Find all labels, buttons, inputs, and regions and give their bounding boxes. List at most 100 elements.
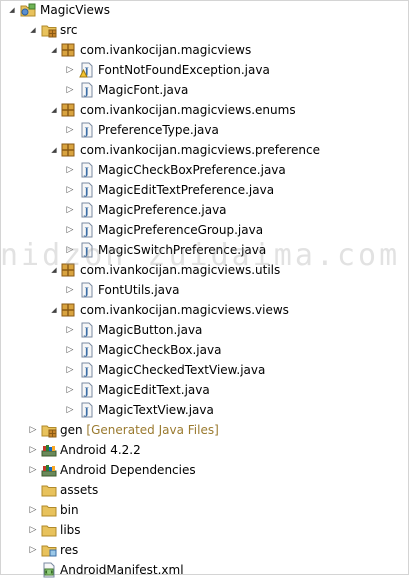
tree-item[interactable]: ▷ J MagicEditText.java [0, 380, 411, 400]
expand-arrow-icon[interactable]: ▷ [64, 344, 76, 356]
collapse-arrow-icon[interactable]: ◢ [48, 44, 60, 56]
collapse-arrow-icon[interactable]: ◢ [48, 144, 60, 156]
collapse-arrow-icon[interactable]: ◢ [48, 104, 60, 116]
tree-item-label: Android Dependencies [60, 463, 196, 477]
java-file-icon: J [79, 242, 95, 258]
collapse-arrow-icon[interactable]: ◢ [48, 304, 60, 316]
tree-item[interactable]: ▷ J MagicCheckBoxPreference.java [0, 160, 411, 180]
expand-arrow-icon[interactable]: ▷ [27, 424, 39, 436]
java-file-icon: J [79, 122, 95, 138]
library-icon [41, 442, 57, 458]
collapse-arrow-icon[interactable]: ◢ [48, 264, 60, 276]
tree-item[interactable]: ▷ J MagicPreferenceGroup.java [0, 220, 411, 240]
tree-item-label: MagicTextView.java [98, 403, 214, 417]
tree-item-label: MagicSwitchPreference.java [98, 243, 267, 257]
expand-arrow-icon[interactable]: ▷ [27, 444, 39, 456]
tree-item[interactable]: ▷ J FontUtils.java [0, 280, 411, 300]
java-file-icon: J [79, 382, 95, 398]
svg-text:J: J [84, 368, 89, 378]
tree-item[interactable]: AndroidManifest.xml [0, 560, 411, 580]
java-file-icon: J [79, 402, 95, 418]
expand-arrow-icon[interactable]: ▷ [64, 284, 76, 296]
tree-item-label: AndroidManifest.xml [60, 563, 184, 577]
tree-item[interactable]: ▷ J PreferenceType.java [0, 120, 411, 140]
expand-arrow-icon[interactable]: ▷ [64, 124, 76, 136]
expand-arrow-icon[interactable]: ▷ [64, 164, 76, 176]
tree-item-decoration: [Generated Java Files] [82, 423, 219, 437]
expand-arrow-icon[interactable]: ▷ [64, 224, 76, 236]
xml-file-icon [41, 562, 57, 578]
expand-arrow-icon[interactable]: ▷ [64, 84, 76, 96]
svg-text:J: J [84, 208, 89, 218]
expand-arrow-icon[interactable]: ▷ [27, 544, 39, 556]
tree-item[interactable]: ▷ J MagicPreference.java [0, 200, 411, 220]
tree-item-label: com.ivankocijan.magicviews [80, 43, 252, 57]
tree-item[interactable]: ◢ com.ivankocijan.magicviews.views [0, 300, 411, 320]
tree-item[interactable]: ▷ bin [0, 500, 411, 520]
tree-item-label: MagicPreferenceGroup.java [98, 223, 264, 237]
java-file-icon: J [79, 182, 95, 198]
svg-text:J: J [84, 228, 89, 238]
expand-arrow-icon[interactable]: ▷ [64, 324, 76, 336]
expand-arrow-icon[interactable]: ▷ [64, 184, 76, 196]
svg-text:J: J [84, 348, 89, 358]
expand-arrow-icon[interactable]: ▷ [64, 364, 76, 376]
expand-arrow-icon[interactable]: ▷ [64, 384, 76, 396]
java-file-icon: J [79, 322, 95, 338]
tree-item-label: libs [60, 523, 81, 537]
tree-item[interactable]: ▷ J FontNotFoundException.java [0, 60, 411, 80]
tree-item[interactable]: ▷ J MagicSwitchPreference.java [0, 240, 411, 260]
folder-icon [41, 502, 57, 518]
expand-arrow-icon[interactable]: ▷ [64, 204, 76, 216]
tree-item[interactable]: ▷ J MagicEditTextPreference.java [0, 180, 411, 200]
package-icon [60, 102, 76, 118]
expand-arrow-icon[interactable]: ▷ [64, 244, 76, 256]
tree-item[interactable]: ◢ com.ivankocijan.magicviews.preference [0, 140, 411, 160]
tree-item[interactable]: ▷ J MagicTextView.java [0, 400, 411, 420]
tree-item-label: com.ivankocijan.magicviews.preference [80, 143, 320, 157]
tree-item[interactable]: ◢ com.ivankocijan.magicviews [0, 40, 411, 60]
expand-arrow-icon[interactable]: ▷ [27, 464, 39, 476]
folder-icon [41, 522, 57, 538]
resource-folder-icon [41, 542, 57, 558]
svg-text:J: J [84, 188, 89, 198]
tree-item[interactable]: ▷ gen [Generated Java Files] [0, 420, 411, 440]
expand-arrow-icon[interactable]: ▷ [64, 64, 76, 76]
java-file-icon: J [79, 82, 95, 98]
tree-item[interactable]: ▷ J MagicFont.java [0, 80, 411, 100]
tree-item[interactable]: ▷ J MagicButton.java [0, 320, 411, 340]
expand-arrow-icon[interactable]: ▷ [27, 524, 39, 536]
tree-item[interactable]: ◢ com.ivankocijan.magicviews.utils [0, 260, 411, 280]
package-icon [60, 42, 76, 58]
collapse-arrow-icon[interactable]: ◢ [6, 4, 18, 16]
expand-arrow-icon[interactable]: ▷ [27, 504, 39, 516]
collapse-arrow-icon[interactable]: ◢ [27, 24, 39, 36]
tree-item[interactable]: ▷ J MagicCheckBox.java [0, 340, 411, 360]
java-file-icon: J [79, 162, 95, 178]
package-icon [60, 262, 76, 278]
svg-text:J: J [84, 328, 89, 338]
java-file-icon: J [79, 342, 95, 358]
tree-item[interactable]: assets [0, 480, 411, 500]
tree-item-label: MagicEditText.java [98, 383, 210, 397]
tree-item-label: FontUtils.java [98, 283, 180, 297]
tree-item[interactable]: ◢ MagicViews [0, 0, 411, 20]
tree-item-label: MagicButton.java [98, 323, 203, 337]
tree-item-label: FontNotFoundException.java [98, 63, 270, 77]
source-folder-icon [41, 22, 57, 38]
tree-item[interactable]: ▷ libs [0, 520, 411, 540]
library-icon [41, 462, 57, 478]
tree-item-label: MagicPreference.java [98, 203, 227, 217]
svg-text:J: J [84, 128, 89, 138]
java-file-icon: J [79, 282, 95, 298]
expand-arrow-icon[interactable]: ▷ [64, 404, 76, 416]
tree-item-label: MagicEditTextPreference.java [98, 183, 275, 197]
tree-item[interactable]: ▷ J MagicCheckedTextView.java [0, 360, 411, 380]
tree-item[interactable]: ◢ com.ivankocijan.magicviews.enums [0, 100, 411, 120]
tree-item[interactable]: ▷ res [0, 540, 411, 560]
tree-item[interactable]: ◢ src [0, 20, 411, 40]
tree-item-label: res [60, 543, 79, 557]
tree-item[interactable]: ▷ Android Dependencies [0, 460, 411, 480]
tree-item-label: com.ivankocijan.magicviews.utils [80, 263, 281, 277]
tree-item[interactable]: ▷ Android 4.2.2 [0, 440, 411, 460]
